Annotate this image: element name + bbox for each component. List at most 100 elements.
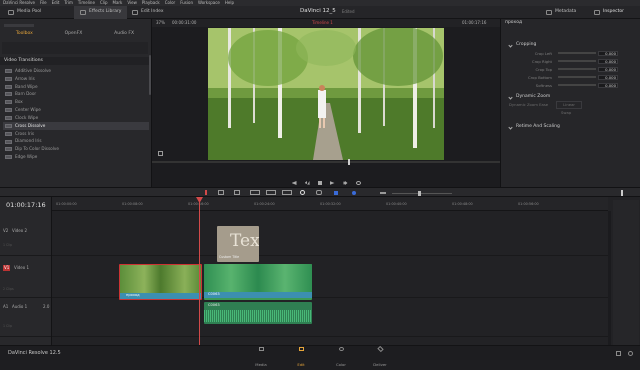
- fast-forward-icon[interactable]: [342, 181, 348, 185]
- overwrite-clip-icon[interactable]: [266, 190, 276, 195]
- crop-right-value[interactable]: 0.000: [598, 58, 618, 64]
- list-item[interactable]: Edge Wipe: [3, 153, 149, 161]
- cropping-section-header[interactable]: Cropping: [501, 41, 640, 49]
- softness-slider[interactable]: [558, 84, 596, 86]
- menu-fusion[interactable]: Fusion: [180, 1, 193, 5]
- crop-bottom-label: Crop Bottom: [528, 74, 552, 80]
- page-media-button[interactable]: Media: [254, 347, 268, 370]
- settings-icon[interactable]: [628, 351, 633, 356]
- crop-top-slider[interactable]: [558, 68, 596, 70]
- retime-section-header[interactable]: Retime And Scaling: [501, 123, 640, 131]
- track-header-v1[interactable]: V1 Video 1 2 Clips: [0, 260, 51, 298]
- menu-color[interactable]: Color: [165, 1, 175, 5]
- track-name[interactable]: Video 1: [14, 266, 29, 270]
- timeline-playhead[interactable]: [199, 197, 200, 345]
- audio-clip[interactable]: C0063: [204, 302, 312, 324]
- timeline-ruler[interactable]: 01:00:00:00 01:00:08:00 01:00:16:00 01:0…: [52, 197, 608, 211]
- list-item-label: Cross Iris: [15, 130, 35, 136]
- zoom-slider[interactable]: [392, 193, 452, 194]
- flag-icon[interactable]: [334, 191, 338, 195]
- tab-toolbox[interactable]: Toolbox: [16, 32, 33, 37]
- menu-playback[interactable]: Playback: [142, 1, 160, 5]
- menu-mark[interactable]: Mark: [113, 1, 123, 5]
- timeline-toolbar: [0, 187, 640, 197]
- list-item[interactable]: Clock Wipe: [3, 114, 149, 122]
- menu-workspace[interactable]: Workspace: [198, 1, 220, 5]
- text-clip[interactable]: Text Custom Title: [217, 226, 259, 262]
- list-item[interactable]: Arrow Iris: [3, 75, 149, 83]
- list-item[interactable]: Dip To Color Dissolve: [3, 145, 149, 153]
- menu-timeline[interactable]: Timeline: [78, 1, 95, 5]
- list-item[interactable]: Center Wipe: [3, 106, 149, 114]
- track-name[interactable]: Video 2: [12, 229, 27, 233]
- tab-audio-fx[interactable]: Audio FX: [114, 32, 134, 37]
- list-item[interactable]: Diamond Iris: [3, 138, 149, 146]
- menu-trim[interactable]: Trim: [64, 1, 73, 5]
- blade-tool-icon[interactable]: [234, 190, 240, 195]
- menu-clip[interactable]: Clip: [100, 1, 108, 5]
- play-icon[interactable]: [329, 181, 335, 185]
- menu-view[interactable]: View: [127, 1, 137, 5]
- list-item[interactable]: Box: [3, 98, 149, 106]
- menu-app[interactable]: DaVinci Resolve: [3, 1, 35, 5]
- inspector-button[interactable]: Inspector: [588, 6, 630, 19]
- list-item[interactable]: Barn Door: [3, 91, 149, 99]
- swap-button[interactable]: Swap: [561, 111, 571, 115]
- softness-value[interactable]: 0.000: [598, 82, 618, 88]
- media-pool-button[interactable]: Media Pool: [2, 6, 47, 19]
- crop-top-value[interactable]: 0.000: [598, 66, 618, 72]
- crop-bottom-slider[interactable]: [558, 76, 596, 78]
- track-id[interactable]: V1: [3, 265, 11, 271]
- list-item[interactable]: Band Wipe: [3, 83, 149, 91]
- crop-right-slider[interactable]: [558, 60, 596, 62]
- track-header-v2[interactable]: V2 Video 2 1 Clip: [0, 224, 51, 256]
- selection-tool-icon[interactable]: [205, 190, 210, 195]
- replace-clip-icon[interactable]: [282, 190, 292, 195]
- snapping-icon[interactable]: [300, 190, 305, 195]
- menu-edit[interactable]: Edit: [52, 1, 60, 5]
- zoom-level[interactable]: 37%: [156, 21, 165, 25]
- transition-icon: [5, 92, 12, 97]
- marker-icon[interactable]: [352, 191, 356, 195]
- dynamic-zoom-section-header[interactable]: Dynamic Zoom: [501, 93, 640, 101]
- home-icon[interactable]: [616, 351, 621, 356]
- crop-bottom-value[interactable]: 0.000: [598, 74, 618, 80]
- dynamic-zoom-ease-select[interactable]: Linear: [556, 101, 582, 109]
- stop-icon[interactable]: [317, 181, 322, 185]
- video-clip-1[interactable]: проход: [119, 264, 202, 300]
- zoom-slider-handle[interactable]: [418, 191, 421, 196]
- edit-index-button[interactable]: Edit Index: [126, 6, 170, 19]
- linked-selection-icon[interactable]: [316, 190, 322, 195]
- skip-back-icon[interactable]: [291, 181, 297, 185]
- list-item[interactable]: Additive Dissolve: [3, 67, 149, 75]
- crop-left-slider[interactable]: [558, 52, 596, 54]
- metadata-button[interactable]: Metadata: [540, 6, 582, 19]
- timeline-name[interactable]: Timeline 1: [312, 21, 333, 25]
- timeline-vscroll[interactable]: [608, 211, 611, 345]
- viewer-scrubber[interactable]: [152, 161, 500, 163]
- menu-help[interactable]: Help: [225, 1, 234, 5]
- track-header-a1[interactable]: A1 Audio 1 2.0 1 Clip: [0, 301, 51, 337]
- list-item[interactable]: Cross Iris: [3, 130, 149, 138]
- effects-library-button[interactable]: Effects Library: [74, 6, 128, 19]
- video-clip-2[interactable]: C0063: [204, 264, 312, 300]
- effects-scrollbar[interactable]: [149, 55, 151, 95]
- page-edit-button[interactable]: Edit: [294, 347, 308, 370]
- crop-left-value[interactable]: 0.000: [598, 50, 618, 56]
- rewind-icon[interactable]: [304, 181, 310, 185]
- viewer-playhead[interactable]: [348, 159, 350, 165]
- insert-clip-icon[interactable]: [250, 190, 260, 195]
- page-deliver-button[interactable]: Deliver: [372, 345, 388, 370]
- menu-file[interactable]: File: [40, 1, 47, 5]
- tab-openfx[interactable]: OpenFX: [65, 32, 83, 37]
- transition-icon: [5, 68, 12, 73]
- loop-icon[interactable]: [355, 181, 361, 185]
- page-color-button[interactable]: Color: [334, 347, 348, 370]
- zoom-out-icon[interactable]: [380, 192, 386, 194]
- video-transitions-header[interactable]: Video Transitions: [0, 57, 150, 65]
- fullscreen-icon[interactable]: [158, 151, 163, 156]
- audio-mixer-icon[interactable]: [618, 190, 623, 196]
- list-item-selected[interactable]: Cross Dissolve: [3, 121, 149, 130]
- trim-tool-icon[interactable]: [218, 190, 224, 195]
- track-name[interactable]: Audio 1: [12, 305, 27, 309]
